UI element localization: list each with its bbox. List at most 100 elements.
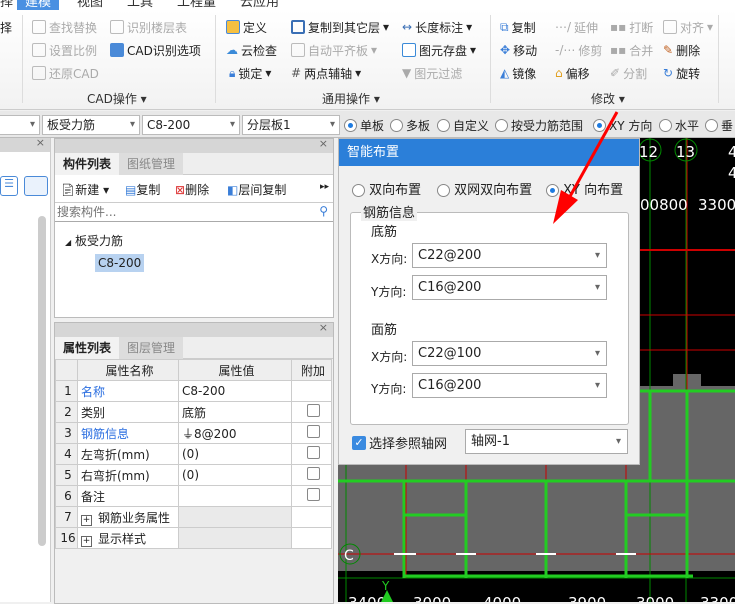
move-button[interactable]: ✥ 移动 <box>500 41 537 59</box>
restore-cad-button[interactable]: 还原CAD <box>32 64 99 82</box>
auto-align-button[interactable]: 自动平齐板 ▾ <box>291 41 377 59</box>
bottom-x-select[interactable]: C22@200 <box>412 243 607 268</box>
layer-select[interactable]: 分层板1 <box>242 115 340 135</box>
property-value[interactable] <box>178 527 292 549</box>
tab-tools[interactable]: 工具 <box>127 0 153 10</box>
floor-copy-button[interactable]: ◧层间复制 <box>227 181 286 198</box>
search-icon[interactable]: ⚲ <box>319 204 328 218</box>
table-row[interactable]: 5 右弯折(mm) (0) <box>55 464 332 486</box>
property-value[interactable]: C8-200 <box>178 380 292 402</box>
radio-range[interactable]: 按受力筋范围 <box>495 117 583 134</box>
radio-single[interactable]: 单板 <box>344 117 384 134</box>
tab-quantity[interactable]: 工程量 <box>177 0 216 10</box>
group-label: 钢筋信息 <box>361 202 418 221</box>
offset-button[interactable]: ⌂ 偏移 <box>555 64 590 82</box>
more-icon[interactable]: ▸▸ <box>320 182 329 192</box>
checkbox[interactable] <box>306 446 320 459</box>
tab-partial[interactable]: 择 <box>0 0 13 10</box>
x-label: X方向: <box>371 252 408 266</box>
split-button[interactable]: ✐ 分割 <box>610 64 647 82</box>
new-button[interactable]: 📄︎新建 ▾ <box>60 181 109 198</box>
property-value[interactable]: 底筋 <box>178 401 292 423</box>
close-icon[interactable]: × <box>319 137 328 150</box>
length-mark-button[interactable]: ↔ 长度标注 ▾ <box>402 18 472 36</box>
tab-modeling[interactable]: 建模 <box>17 0 60 10</box>
ref-axis-checkbox[interactable]: ✓ 选择参照轴网 <box>352 433 447 452</box>
expand-icon[interactable]: + <box>81 535 92 547</box>
table-row[interactable]: 7 + 钢筋业务属性 <box>55 506 332 528</box>
save-element-button[interactable]: 图元存盘 ▾ <box>402 41 476 59</box>
group-cad[interactable]: CAD操作 ▾ <box>87 90 147 107</box>
property-value[interactable]: (0) <box>178 464 292 486</box>
set-scale-button[interactable]: 设置比例 <box>32 41 97 59</box>
checkbox[interactable] <box>306 404 320 417</box>
radio-multi[interactable]: 多板 <box>390 117 430 134</box>
bottom-y-select[interactable]: C16@200 <box>412 275 607 300</box>
radio-vertical[interactable]: 垂 <box>705 117 733 134</box>
table-row[interactable]: 2 类别 底筋 <box>55 401 332 423</box>
type-select[interactable]: 板受力筋 <box>42 115 140 135</box>
window-icon[interactable] <box>24 176 48 196</box>
tab-cloud[interactable]: 云应用 <box>240 0 279 10</box>
tab-property-list[interactable]: 属性列表 <box>55 337 120 359</box>
trim-button[interactable]: -/⋯ 修剪 <box>555 41 602 59</box>
spec-select[interactable]: C8-200 <box>142 115 240 135</box>
close-icon[interactable]: × <box>36 136 45 149</box>
property-value[interactable]: (0) <box>178 443 292 465</box>
merge-button[interactable]: ▪▪ 合并 <box>610 41 653 59</box>
align-button[interactable]: 对齐 ▾ <box>663 18 713 36</box>
top-y-select[interactable]: C16@200 <box>412 373 607 398</box>
ref-axis-select[interactable]: 轴网-1 <box>465 429 628 454</box>
lock-button[interactable]: 🔒︎ 锁定 ▾ <box>229 64 271 82</box>
checkbox[interactable] <box>306 425 320 438</box>
define-button[interactable]: 定义 <box>226 18 267 36</box>
group-modify[interactable]: 修改 ▾ <box>591 90 625 107</box>
copy-to-floor-button[interactable]: 复制到其它层 ▾ <box>291 18 389 36</box>
table-row[interactable]: 6 备注 <box>55 485 332 507</box>
find-replace-button[interactable]: 查找替换 <box>32 18 97 36</box>
table-row[interactable]: 4 左弯折(mm) (0) <box>55 443 332 465</box>
delete-button[interactable]: ✎ 删除 <box>663 41 700 59</box>
tab-component-list[interactable]: 构件列表 <box>55 153 120 175</box>
scrollbar[interactable] <box>38 216 46 546</box>
copy-button[interactable]: ⧉ 复制 <box>500 18 536 36</box>
table-row[interactable]: 16 + 显示样式 <box>55 527 332 549</box>
list-view-icon[interactable]: ☰ <box>0 176 18 196</box>
tree-node-parent[interactable]: ◢ 板受力筋 <box>65 232 123 249</box>
break-button[interactable]: ▪▪ 打断 <box>610 18 653 36</box>
expand-icon[interactable]: + <box>81 514 92 526</box>
tab-layer-manage[interactable]: 图层管理 <box>119 337 184 359</box>
property-value[interactable] <box>178 506 292 528</box>
copy-button[interactable]: ▤复制 <box>125 181 160 198</box>
radio-custom[interactable]: 自定义 <box>437 117 489 134</box>
property-value[interactable]: ⏚8@200 <box>178 422 292 444</box>
floor-select[interactable] <box>0 115 40 135</box>
top-x-select[interactable]: C22@100 <box>412 341 607 366</box>
checkbox[interactable] <box>306 488 320 501</box>
table-row[interactable]: 3 钢筋信息 ⏚8@200 <box>55 422 332 444</box>
close-icon[interactable]: × <box>319 321 328 334</box>
group-common[interactable]: 通用操作 ▾ <box>322 90 380 107</box>
radio-double-net[interactable]: 双网双向布置 <box>437 179 532 198</box>
checkbox[interactable] <box>306 467 320 480</box>
radio-xy[interactable]: XY 方向 <box>593 117 652 134</box>
delete-button[interactable]: ⊠删除 <box>175 181 209 198</box>
table-row[interactable]: 1 名称 C8-200 <box>55 380 332 402</box>
search-input[interactable] <box>55 203 305 220</box>
tab-view[interactable]: 视图 <box>77 0 103 10</box>
cad-options-button[interactable]: CAD识别选项 <box>110 41 201 59</box>
radio-horizontal[interactable]: 水平 <box>659 117 699 134</box>
tree-node-child[interactable]: C8-200 <box>95 254 145 272</box>
cloud-check-button[interactable]: ☁ 云检查 <box>226 41 277 59</box>
radio-xy-layout[interactable]: XY 向布置 <box>546 179 623 198</box>
rotate-button[interactable]: ↻ 旋转 <box>663 64 700 82</box>
identify-floor-button[interactable]: 识别楼层表 <box>110 18 187 36</box>
tab-drawing-manage[interactable]: 图纸管理 <box>119 153 184 175</box>
property-value[interactable] <box>178 485 292 507</box>
mirror-button[interactable]: ◭ 镜像 <box>500 64 536 82</box>
extend-button[interactable]: ⋯/延伸 <box>555 18 598 36</box>
filter-button[interactable]: ▼ 图元过滤 <box>402 64 462 82</box>
two-point-axis-button[interactable]: # 两点辅轴 ▾ <box>291 64 361 82</box>
radio-bidirectional[interactable]: 双向布置 <box>352 179 421 198</box>
axis-label: 12 <box>639 143 658 161</box>
